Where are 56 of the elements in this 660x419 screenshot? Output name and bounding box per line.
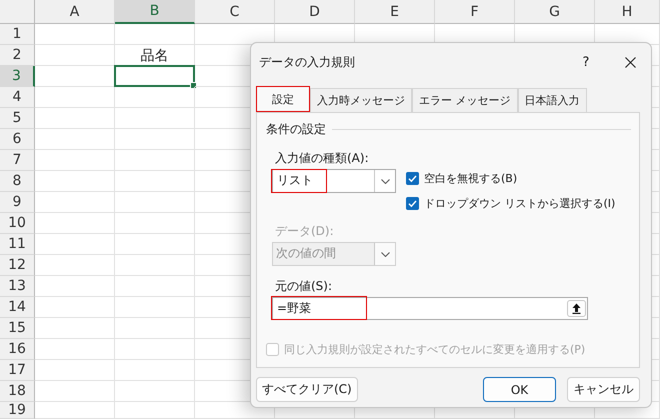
checkbox-label[interactable]: ドロップダウン リストから選択する(I): [424, 196, 616, 211]
dialog-title: データの入力規則: [259, 54, 356, 71]
checkbox-label[interactable]: 空白を無視する(B): [424, 171, 518, 186]
row-header[interactable]: 1: [0, 24, 35, 45]
row-header[interactable]: 8: [0, 171, 35, 192]
column-header[interactable]: B: [115, 0, 195, 24]
chevron-down-icon: [380, 252, 390, 256]
tab[interactable]: エラー メッセージ: [412, 88, 518, 112]
row-header[interactable]: 2: [0, 45, 35, 66]
field-value: =野菜: [271, 296, 367, 320]
row-header[interactable]: 15: [0, 318, 35, 339]
collapse-button[interactable]: [567, 300, 586, 317]
row-header[interactable]: 16: [0, 339, 35, 360]
row-header[interactable]: 4: [0, 87, 35, 108]
help-button[interactable]: ?: [571, 55, 601, 70]
column-header[interactable]: G: [515, 0, 595, 24]
dialog-button[interactable]: OK: [483, 377, 556, 402]
row-header[interactable]: 5: [0, 108, 35, 129]
combo-box[interactable]: リスト: [272, 169, 396, 193]
row-header[interactable]: 10: [0, 213, 35, 234]
row-header[interactable]: 14: [0, 297, 35, 318]
column-header[interactable]: A: [35, 0, 115, 24]
column-header[interactable]: E: [355, 0, 435, 24]
tab[interactable]: 日本語入力: [518, 88, 586, 112]
field-label: 元の値(S):: [275, 278, 334, 295]
up-arrow-icon: [572, 303, 581, 314]
row-header[interactable]: 11: [0, 234, 35, 255]
row-header[interactable]: 17: [0, 360, 35, 381]
row-header[interactable]: 13: [0, 276, 35, 297]
table-cell[interactable]: 品名: [115, 45, 195, 66]
column-header[interactable]: F: [435, 0, 515, 24]
column-header[interactable]: H: [595, 0, 660, 24]
row-header[interactable]: 18: [0, 381, 35, 402]
input-field[interactable]: =野菜: [272, 297, 588, 320]
select-all-corner[interactable]: [0, 0, 35, 24]
field-label: 入力値の種類(A):: [275, 150, 370, 167]
row-header[interactable]: 6: [0, 129, 35, 150]
row-header[interactable]: 7: [0, 150, 35, 171]
dialog-button[interactable]: キャンセル: [567, 377, 640, 402]
close-icon: [624, 57, 636, 68]
field-label: データ(D):: [275, 223, 335, 240]
dialog-button[interactable]: すべてクリア(C): [256, 377, 358, 402]
tab[interactable]: 設定: [256, 86, 310, 112]
combo-value: リスト: [271, 168, 327, 192]
column-header[interactable]: C: [195, 0, 275, 24]
column-header[interactable]: D: [275, 0, 355, 24]
row-header[interactable]: 3: [0, 66, 35, 87]
chevron-down-icon: [380, 178, 390, 184]
group-title: 条件の設定: [266, 121, 326, 138]
checkbox[interactable]: [406, 172, 419, 185]
combo-value: 次の値の間: [275, 245, 336, 262]
row-header[interactable]: 19: [0, 402, 35, 419]
row-header[interactable]: 9: [0, 192, 35, 213]
checkbox[interactable]: [406, 197, 419, 210]
tab[interactable]: 入力時メッセージ: [310, 88, 412, 112]
row-header[interactable]: 12: [0, 255, 35, 276]
